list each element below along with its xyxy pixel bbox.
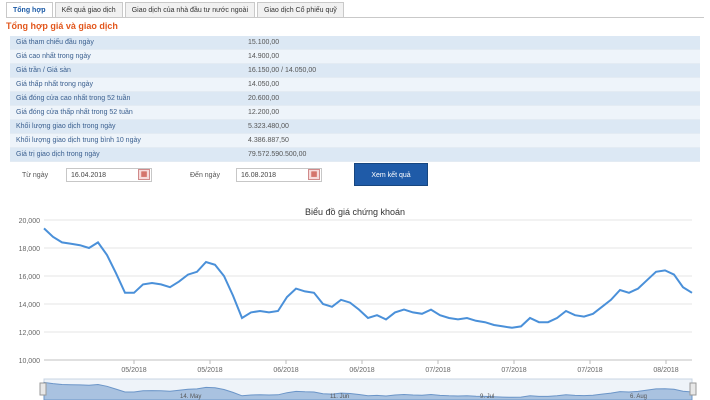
table-row: Giá cao nhất trong ngày 14.900,00 xyxy=(10,49,700,64)
y-tick-label: 16,000 xyxy=(19,274,41,281)
table-row: Giá thấp nhất trong ngày 14.050,00 xyxy=(10,77,700,92)
summary-label: Khối lượng giao dịch trong ngày xyxy=(10,119,242,134)
summary-label: Khối lượng giao dịch trung bình 10 ngày xyxy=(10,133,242,148)
table-row: Giá trần / Giá sàn 16.150,00 / 14.050,00 xyxy=(10,63,700,78)
navigator-handle xyxy=(689,382,697,396)
x-tick-label: 07/2018 xyxy=(501,367,526,374)
navigator-handle xyxy=(39,382,47,396)
x-tick-label: 05/2018 xyxy=(121,367,146,374)
table-row: Giá trị giao dịch trong ngày 79.572.590.5… xyxy=(10,147,700,162)
y-tick-label: 10,000 xyxy=(19,358,41,365)
summary-value: 14.900,00 xyxy=(242,49,700,64)
summary-value: 5.323.480,00 xyxy=(242,119,700,134)
summary-value: 4.386.887,50 xyxy=(242,133,700,148)
summary-label: Giá thấp nhất trong ngày xyxy=(10,77,242,92)
view-results-button[interactable]: Xem kết quả xyxy=(354,163,428,186)
y-tick-label: 14,000 xyxy=(19,302,41,309)
calendar-icon[interactable]: ▦ xyxy=(308,169,320,180)
summary-table: Giá tham chiếu đầu ngày 15.100,00 Giá cao … xyxy=(10,36,700,162)
tab-foreign-trading[interactable]: Giao dịch của nhà đầu tư nước ngoài xyxy=(124,2,256,17)
x-tick-label: 07/2018 xyxy=(425,367,450,374)
x-tick-label: 08/2018 xyxy=(653,367,678,374)
summary-label: Giá trần / Giá sàn xyxy=(10,63,242,78)
table-row: Khối lượng giao dịch trong ngày 5.323.480… xyxy=(10,119,700,134)
summary-value: 15.100,00 xyxy=(242,36,700,50)
price-series-line xyxy=(43,227,693,329)
y-tick-label: 20,000 xyxy=(19,218,41,225)
tab-bar: Tổng hợp Kết quả giao dịch Giao dịch của… xyxy=(6,2,344,18)
from-date-label: Từ ngày xyxy=(22,172,49,179)
calendar-icon[interactable]: ▦ xyxy=(138,169,150,180)
summary-label: Giá tham chiếu đầu ngày xyxy=(10,36,242,50)
table-row: Giá đóng cửa cao nhất trong 52 tuần 20.60… xyxy=(10,91,700,106)
summary-label: Giá cao nhất trong ngày xyxy=(10,49,242,64)
summary-value: 12.200,00 xyxy=(242,105,700,120)
table-row: Giá đóng cửa thấp nhất trong 52 tuần 12.2… xyxy=(10,105,700,120)
navigator-label: 14. May xyxy=(180,394,201,400)
x-tick-label: 05/2018 xyxy=(197,367,222,374)
summary-value: 20.600,00 xyxy=(242,91,700,106)
summary-label: Giá đóng cửa cao nhất trong 52 tuần xyxy=(10,91,242,106)
x-tick-label: 06/2018 xyxy=(349,367,374,374)
tab-divider xyxy=(6,17,704,18)
navigator-label: 9. Jul xyxy=(480,394,494,400)
y-tick-label: 18,000 xyxy=(19,246,41,253)
summary-value: 79.572.590.500,00 xyxy=(242,147,700,162)
x-tick-label: 06/2018 xyxy=(273,367,298,374)
section-title: Tổng hợp giá và giao dịch xyxy=(6,21,118,31)
table-row: Giá tham chiếu đầu ngày 15.100,00 xyxy=(10,36,700,50)
date-filter: Từ ngày 16.04.2018 ▦ Đến ngày 16.08.2018… xyxy=(10,163,700,186)
tab-summary[interactable]: Tổng hợp xyxy=(6,2,53,17)
navigator-label: 11. Jun xyxy=(330,394,349,400)
summary-label: Giá trị giao dịch trong ngày xyxy=(10,147,242,162)
tab-trading-results[interactable]: Kết quả giao dịch xyxy=(54,2,123,17)
summary-label: Giá đóng cửa thấp nhất trong 52 tuần xyxy=(10,105,242,120)
price-chart: 20,000 18,000 16,000 14,000 12,000 10,000 05/2… xyxy=(19,218,697,400)
x-tick-label: 07/2018 xyxy=(577,367,602,374)
table-row: Khối lượng giao dịch trung bình 10 ngày 4… xyxy=(10,133,700,148)
tab-treasury-stock[interactable]: Giao dịch Cổ phiếu quỹ xyxy=(257,2,344,17)
y-tick-label: 12,000 xyxy=(19,330,41,337)
navigator-label: 6. Aug xyxy=(630,394,647,400)
summary-value: 14.050,00 xyxy=(242,77,700,92)
summary-value: 16.150,00 / 14.050,00 xyxy=(242,63,700,78)
to-date-label: Đến ngày xyxy=(190,172,220,179)
